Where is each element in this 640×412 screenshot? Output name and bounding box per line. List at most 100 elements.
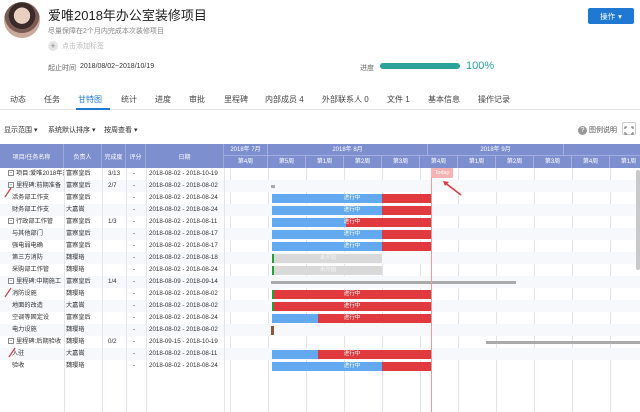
tab-members[interactable]: 内部成员 4: [265, 94, 304, 105]
col-header-score[interactable]: 评分: [126, 144, 146, 168]
caret-down-icon: ▾: [91, 127, 96, 134]
gantt-bar-notstarted[interactable]: 未开始: [274, 253, 382, 263]
tab-approval[interactable]: 审批: [189, 94, 205, 105]
owner-cell: 魏璎珞: [66, 338, 85, 345]
tab-info[interactable]: 基本信息: [428, 94, 460, 105]
score-cell: -: [133, 266, 136, 273]
completion-cell: 1/3: [108, 218, 117, 225]
score-cell: -: [133, 314, 136, 321]
task-name[interactable]: 入驻: [12, 348, 64, 360]
task-name-text: 活务部工作支: [12, 194, 50, 201]
col-header-owner[interactable]: 负责人: [64, 144, 102, 168]
view-dropdown[interactable]: 按周查看 ▾: [104, 125, 137, 135]
milestone-bar[interactable]: [486, 340, 640, 344]
owner-cell: 富察皇后: [66, 314, 91, 321]
tab-log[interactable]: 操作记录: [478, 94, 510, 105]
date-cell: 2018-08-02 - 2018-08-24: [149, 206, 218, 213]
task-name[interactable]: 空调等固定设: [12, 312, 64, 324]
gantt-bar-label: 进行中: [343, 350, 361, 357]
tab-gantt[interactable]: 甘特图: [78, 94, 102, 105]
task-name[interactable]: 地面的改造: [12, 300, 64, 312]
project-title: 爱唯2018年办公室装修项目: [48, 8, 207, 23]
progress-bar: [380, 63, 460, 69]
completion-cell: [108, 252, 126, 264]
milestone-marker[interactable]: [271, 184, 275, 188]
completion-cell: [108, 192, 126, 204]
score-cell: -: [133, 362, 136, 369]
task-name[interactable]: 消防设施: [12, 288, 64, 300]
completion-cell: [108, 264, 126, 276]
date-cell: 2018-08-02 - 2018-08-02: [149, 182, 218, 189]
display-range-dropdown[interactable]: 显示范围 ▾: [4, 125, 37, 135]
col-header-name[interactable]: 项目/任务名称: [0, 144, 64, 168]
date-cell: 2018-08-02 - 2018-08-18: [149, 254, 218, 261]
completion-cell: [108, 324, 126, 336]
completion-cell: [108, 300, 126, 312]
col-header-progress[interactable]: 完成度: [102, 144, 126, 168]
task-name[interactable]: 活务部工作支: [12, 192, 64, 204]
task-name-text: 消防设施: [12, 290, 37, 297]
task-name[interactable]: − 里程碑:中期施工: [8, 276, 64, 288]
date-cell: 2018-08-02 - 2018-08-24: [149, 266, 218, 273]
task-name-text: 行政部工作管: [16, 218, 54, 225]
task-name[interactable]: 电力设施: [12, 324, 64, 336]
gantt-bar-start[interactable]: [272, 289, 274, 299]
caret-down-icon: ▾: [33, 127, 38, 134]
completion-cell: [108, 288, 126, 300]
sort-dropdown[interactable]: 系统默认排序 ▾: [48, 125, 95, 135]
tab-milestones[interactable]: 里程碑: [224, 94, 248, 105]
owner-cell: 大嘉嵩: [66, 350, 85, 357]
tab-files[interactable]: 文件 1: [387, 94, 410, 105]
collapse-toggle-icon[interactable]: −: [8, 170, 14, 177]
col-header-date[interactable]: 日期: [146, 144, 224, 168]
gantt-bar-notstarted[interactable]: 未开始: [274, 265, 382, 275]
task-name[interactable]: 验收: [12, 360, 64, 372]
vertical-scrollbar[interactable]: [636, 170, 640, 270]
fullscreen-button[interactable]: [622, 122, 636, 135]
tab-tasks[interactable]: 任务: [44, 94, 60, 105]
project-header: 爱唯2018年办公室装修项目 尽量保障在2个月内完成本次装修项目 + 点击添加标…: [0, 0, 640, 88]
legend-help-link[interactable]: ? 图例说明: [578, 125, 617, 135]
date-cell: 2018-08-02 - 2018-08-24: [149, 314, 218, 321]
week-header: 第2周: [344, 156, 382, 168]
collapse-toggle-icon[interactable]: −: [8, 218, 14, 225]
week-header: 第3周: [382, 156, 420, 168]
task-name[interactable]: − 里程碑:前期准备: [8, 180, 64, 192]
add-tag-button[interactable]: + 点击添加标签: [48, 41, 104, 51]
completion-cell: [108, 204, 126, 216]
task-name[interactable]: 第三方消防: [12, 252, 64, 264]
task-name[interactable]: 强电弱电确: [12, 240, 64, 252]
collapse-toggle-icon[interactable]: −: [8, 338, 14, 345]
score-cell: -: [133, 206, 136, 213]
task-name-text: 里程碑:后期验收: [16, 338, 62, 345]
task-name[interactable]: 与其他部门: [12, 228, 64, 240]
table-row[interactable]: 电力设施 魏璎珞 - 2018-08-02 - 2018-08-02: [0, 324, 640, 336]
task-name[interactable]: 采购部工作管: [12, 264, 64, 276]
gantt-bar-start[interactable]: [272, 301, 274, 311]
collapse-toggle-icon[interactable]: −: [8, 278, 14, 285]
task-name[interactable]: − 行政部工作管: [8, 216, 64, 228]
tab-progress[interactable]: 进度: [155, 94, 171, 105]
table-row[interactable]: − 项目:爱唯2018年办 富察皇后 3/13 - 2018-08-02 - 2018-1…: [0, 168, 640, 180]
milestone-bar[interactable]: [271, 280, 516, 284]
date-cell: 2018-08-02 - 2018-08-17: [149, 242, 218, 249]
action-button[interactable]: 操作 ▾: [588, 8, 634, 24]
annotation-arrow-icon: [443, 181, 462, 196]
owner-cell: 富察皇后: [66, 230, 91, 237]
project-tabs: 动态 任务 甘特图 统计 进度 审批 里程碑 内部成员 4 外部联系人 0 文件…: [0, 88, 640, 110]
task-name[interactable]: − 项目:爱唯2018年办: [8, 168, 64, 180]
gantt-bar-marker[interactable]: [271, 325, 274, 335]
date-cell: 2018-08-02 - 2018-08-02: [149, 302, 218, 309]
tab-contacts[interactable]: 外部联系人 0: [322, 94, 369, 105]
tab-stats[interactable]: 统计: [121, 94, 137, 105]
question-icon: ?: [578, 125, 587, 135]
annotation-arrow-icon: [4, 287, 12, 298]
date-cell: 2018-08-02 - 2018-08-11: [149, 350, 218, 357]
week-header: 第1周: [458, 156, 496, 168]
table-row[interactable]: − 里程碑:前期准备 富察皇后 2/7 - 2018-08-02 - 2018-08-02: [0, 180, 640, 192]
task-name[interactable]: 财务部工作支: [12, 204, 64, 216]
date-cell: 2018-08-02 - 2018-08-24: [149, 362, 218, 369]
column-separator: [64, 168, 65, 412]
tab-activity[interactable]: 动态: [10, 94, 26, 105]
date-cell: 2018-08-09 - 2018-09-14: [149, 278, 218, 285]
